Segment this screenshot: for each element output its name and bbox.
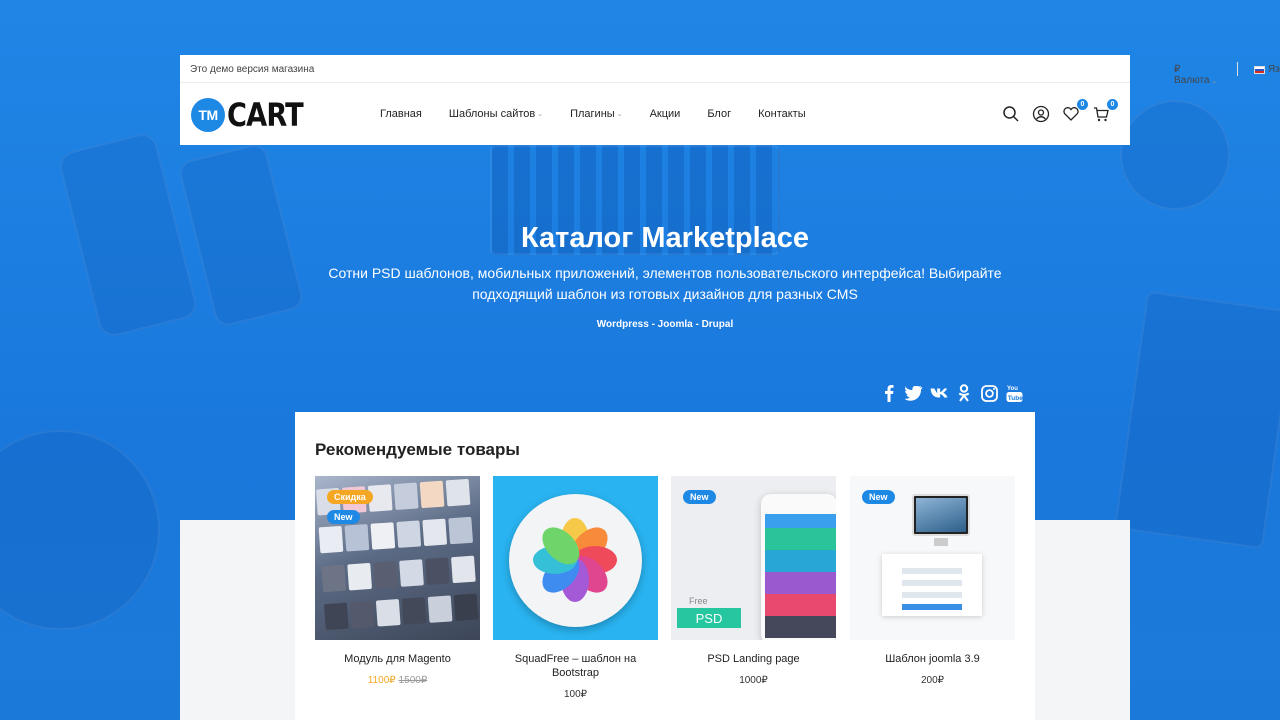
product-card[interactable]: Скидка New Модуль для Magento 1100₽ 1500₽ [315, 476, 480, 686]
price: 200₽ [920, 675, 945, 686]
nav-label: Главная [380, 108, 422, 120]
svg-text:You: You [1007, 386, 1018, 392]
monitor-stand [934, 538, 948, 546]
product-price: 100₽ [493, 689, 658, 700]
twitter-icon[interactable] [905, 383, 923, 403]
wishlist-count-badge: 0 [1077, 99, 1088, 110]
background-phone [56, 130, 200, 340]
logo[interactable]: TM CART [191, 96, 316, 134]
nav-item-blog[interactable]: Блог [707, 108, 731, 120]
free-label: Free [689, 596, 708, 606]
new-badge: New [683, 490, 716, 504]
nav-label: Блог [707, 108, 732, 120]
product-image[interactable]: Скидка New [315, 476, 480, 640]
main-nav: Главная Шаблоны сайтов ⌄ Плагины ⌄ Акции Б… [380, 108, 833, 120]
price: 100₽ [563, 689, 588, 700]
language-selector[interactable]: Язык⌄ [1254, 64, 1280, 75]
hero-subtitle: Сотни PSD шаблонов, мобильных приложений… [328, 265, 1002, 302]
nav-label: Контакты [758, 108, 806, 120]
currency-selector[interactable]: ₽ Валюта ⌄ [1174, 64, 1217, 86]
product-price: 1100₽ 1500₽ [315, 675, 480, 686]
facebook-icon[interactable] [880, 383, 898, 403]
site-header: TM CART Главная Шаблоны сайтов ⌄ Плагины ⌄… [180, 83, 1130, 145]
russia-flag-icon [1254, 65, 1265, 74]
currency-label: ₽ Валюта [1174, 64, 1210, 86]
old-price: 1500₽ [398, 675, 428, 686]
chevron-down-icon: ⌄ [537, 111, 544, 118]
featured-products: Рекомендуемые товары Скидка New Модуль д… [295, 412, 1035, 720]
odnoklassniki-icon[interactable] [955, 383, 973, 403]
nav-item-promotions[interactable]: Акции [650, 108, 681, 120]
background-circle [1120, 100, 1230, 210]
sale-price: 1100₽ [367, 675, 396, 686]
vk-icon[interactable] [930, 383, 948, 403]
demo-notice: Это демо версия магазина [190, 64, 315, 75]
nav-item-plugins[interactable]: Плагины ⌄ [570, 108, 622, 120]
nav-item-home[interactable]: Главная [380, 108, 422, 120]
product-image[interactable] [493, 476, 658, 640]
new-badge: New [862, 490, 895, 504]
psd-label: PSD [677, 608, 741, 628]
product-name[interactable]: Модуль для Magento [315, 652, 480, 666]
youtube-icon[interactable]: You Tube [1005, 383, 1023, 403]
product-name[interactable]: Шаблон joomla 3.9 [850, 652, 1015, 666]
nav-item-templates[interactable]: Шаблоны сайтов ⌄ [449, 108, 543, 120]
monitor-mockup [912, 494, 970, 536]
logo-badge: TM [191, 98, 225, 132]
nav-item-contacts[interactable]: Контакты [758, 108, 806, 120]
top-bar: Это демо версия магазина ₽ Валюта⌄ Язык⌄ [180, 55, 1280, 86]
price: 1000₽ [739, 675, 768, 686]
divider [1237, 62, 1238, 76]
product-image[interactable]: New [850, 476, 1015, 640]
product-price: 200₽ [850, 675, 1015, 686]
user-icon[interactable] [1032, 105, 1050, 123]
new-badge: New [327, 510, 360, 524]
section-title: Рекомендуемые товары [315, 440, 520, 459]
background-circle [0, 430, 160, 630]
product-name[interactable]: PSD Landing page [671, 652, 836, 666]
phone-mockup [761, 494, 836, 640]
hero-title: Каталог Marketplace [520, 222, 810, 254]
form-mockup [882, 554, 982, 616]
language-label: Язык [1268, 64, 1280, 75]
nav-label: Плагины [570, 108, 615, 120]
chevron-down-icon: ⌄ [1211, 78, 1218, 85]
chevron-down-icon: ⌄ [616, 111, 623, 118]
sale-badge: Скидка [327, 490, 373, 504]
heart-icon[interactable]: 0 [1062, 99, 1088, 123]
product-price: 1000₽ [671, 675, 836, 686]
hero-cms-list: Wordpress - Joomla - Drupal [596, 319, 734, 330]
nav-label: Шаблоны сайтов [448, 108, 536, 120]
product-card[interactable]: New Шаблон joomla 3.9 200₽ [850, 476, 1015, 686]
search-icon[interactable] [1002, 105, 1020, 123]
instagram-icon[interactable] [980, 383, 998, 403]
product-name[interactable]: SquadFree – шаблон на Bootstrap [493, 652, 658, 680]
logo-text: CART [227, 96, 304, 134]
product-card[interactable]: Free PSD New PSD Landing page 1000₽ [671, 476, 836, 686]
product-card[interactable]: SquadFree – шаблон на Bootstrap 100₽ [493, 476, 658, 700]
nav-label: Акции [649, 108, 681, 120]
cart-icon[interactable]: 0 [1092, 99, 1118, 123]
cart-count-badge: 0 [1107, 99, 1118, 110]
photos-flower-icon [533, 518, 617, 602]
product-image[interactable]: Free PSD New [671, 476, 836, 640]
header-actions: 0 0 [1002, 99, 1118, 123]
social-links: You Tube [880, 383, 1023, 403]
svg-text:Tube: Tube [1007, 395, 1022, 402]
